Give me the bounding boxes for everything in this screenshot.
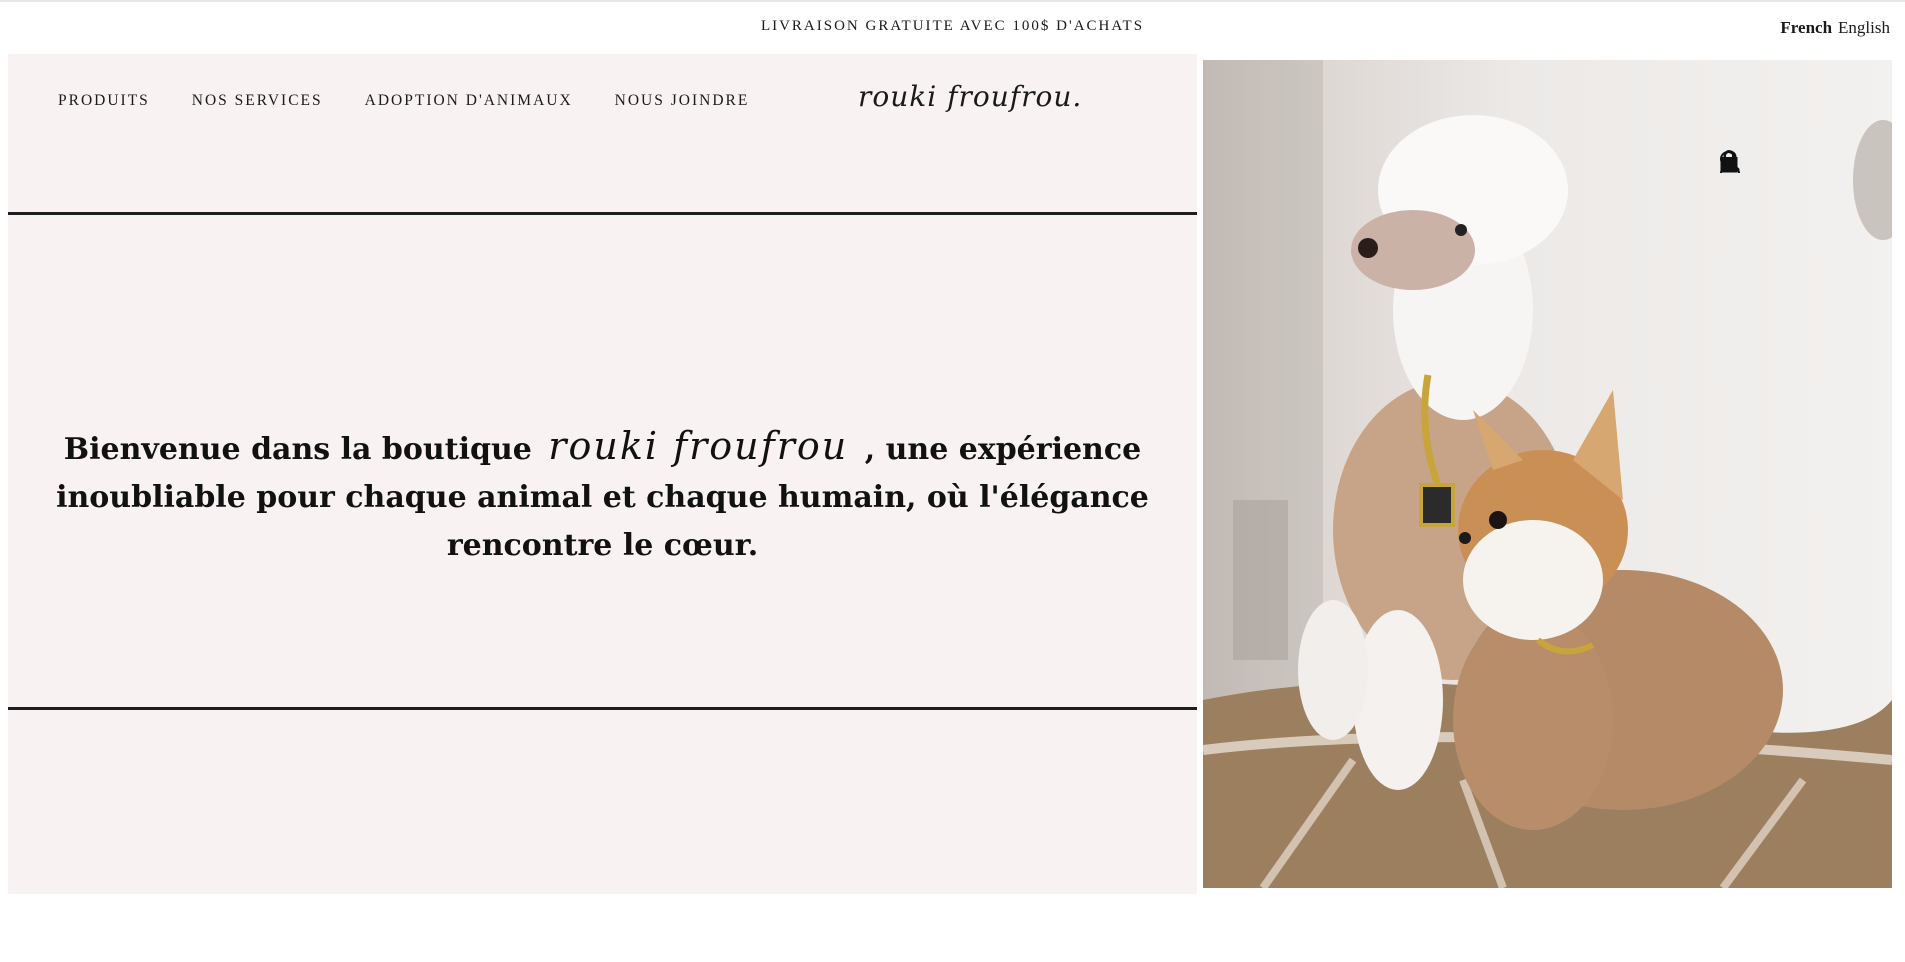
top-border — [0, 0, 1905, 2]
header-icons — [1719, 150, 1837, 176]
brand-logo[interactable]: rouki froufrou. — [858, 80, 1082, 113]
hero-text-panel: PRODUITS NOS SERVICES ADOPTION D'ANIMAUX… — [8, 54, 1197, 894]
main-nav: PRODUITS NOS SERVICES ADOPTION D'ANIMAUX… — [58, 92, 791, 110]
nav-adoption[interactable]: ADOPTION D'ANIMAUX — [365, 92, 573, 110]
announcement-bar: LIVRAISON GRATUITE AVEC 100$ D'ACHATS — [760, 18, 1145, 34]
lang-french[interactable]: French — [1780, 18, 1832, 37]
lang-english[interactable]: English — [1838, 18, 1890, 37]
cart-icon[interactable] — [1720, 150, 1837, 176]
nav-nos-services[interactable]: NOS SERVICES — [192, 92, 323, 110]
dogs-photo — [1203, 60, 1892, 888]
hero-image — [1203, 60, 1892, 888]
search-icon[interactable] — [1720, 150, 1791, 176]
language-switcher: French English — [1780, 18, 1890, 38]
divider-top — [8, 212, 1197, 215]
welcome-text: Bienvenue dans la boutique rouki froufro… — [8, 422, 1197, 570]
welcome-brand: rouki froufrou — [548, 424, 849, 468]
nav-produits[interactable]: PRODUITS — [58, 92, 150, 110]
divider-bottom — [8, 707, 1197, 710]
welcome-text-start: Bienvenue dans la boutique — [63, 432, 532, 467]
nav-nous-joindre[interactable]: NOUS JOINDRE — [615, 92, 750, 110]
